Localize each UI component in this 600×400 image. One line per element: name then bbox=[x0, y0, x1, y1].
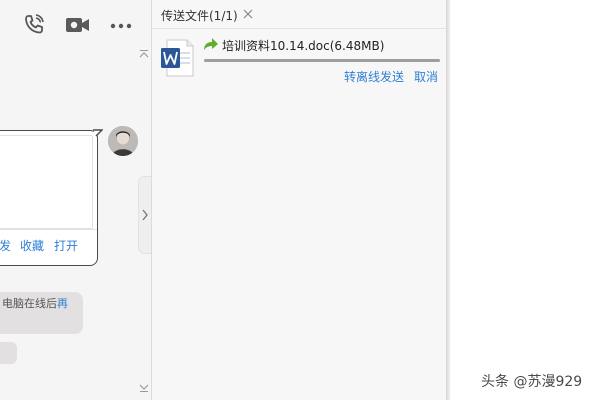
system-message-bubble: 电脑在线后再 bbox=[0, 292, 83, 334]
file-message-bubble[interactable]: 发 收藏 打开 bbox=[0, 130, 98, 266]
system-message-text: 电脑在线后 bbox=[2, 297, 57, 310]
watermark: 头条 @苏漫929 bbox=[481, 374, 583, 390]
pane-divider bbox=[446, 0, 450, 400]
send-arrow-icon bbox=[204, 38, 218, 50]
expand-panel-handle[interactable] bbox=[138, 176, 151, 254]
bubble-tail bbox=[93, 129, 103, 137]
transfer-tab-bar: 传送文件(1/1) bbox=[152, 0, 446, 29]
scroll-up-icon[interactable] bbox=[138, 44, 150, 58]
tab-file-transfer[interactable]: 传送文件(1/1) bbox=[161, 7, 238, 24]
transfer-progress-fill bbox=[204, 59, 440, 62]
phone-icon[interactable] bbox=[22, 13, 46, 37]
chevron-right-icon bbox=[142, 209, 148, 221]
word-document-icon bbox=[161, 39, 194, 77]
transfer-progress-bar bbox=[204, 59, 440, 62]
file-transfer-pane: 传送文件(1/1) 培训资料10.14.doc(6.48MB) 转离线发送 取消 bbox=[152, 0, 446, 400]
chat-pane: 发 收藏 打开 电脑在线后再 bbox=[0, 0, 152, 400]
file-card-preview bbox=[0, 135, 93, 229]
system-message-bubble-small bbox=[0, 342, 17, 364]
close-icon[interactable] bbox=[243, 9, 253, 19]
resend-link[interactable]: 再 bbox=[57, 297, 68, 310]
cancel-link[interactable]: 取消 bbox=[414, 68, 438, 85]
video-call-icon[interactable] bbox=[65, 13, 89, 37]
file-name: 培训资料10.14.doc(6.48MB) bbox=[222, 39, 385, 53]
open-button[interactable]: 打开 bbox=[54, 237, 78, 254]
avatar[interactable] bbox=[108, 126, 138, 156]
forward-button[interactable]: 发 bbox=[0, 237, 11, 254]
send-offline-link[interactable]: 转离线发送 bbox=[344, 68, 404, 85]
favorite-button[interactable]: 收藏 bbox=[20, 237, 44, 254]
more-icon[interactable] bbox=[109, 13, 133, 37]
bubble-action-bar: 发 收藏 打开 bbox=[0, 229, 97, 260]
scroll-down-icon[interactable] bbox=[138, 378, 150, 392]
